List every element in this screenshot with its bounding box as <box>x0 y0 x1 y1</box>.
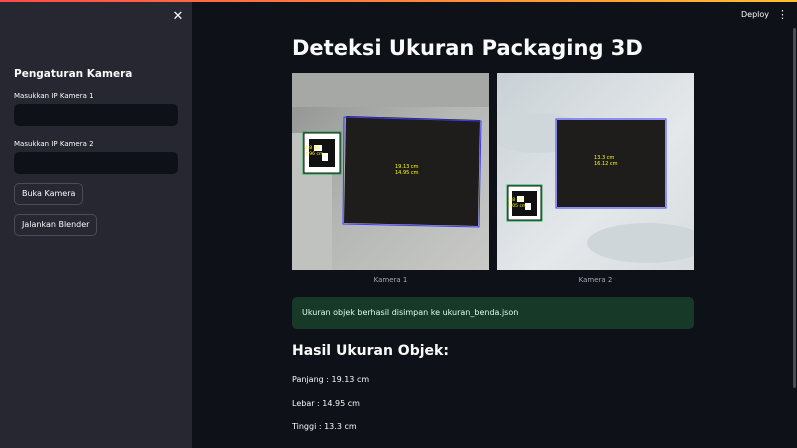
camera2-image: 4.8 cm 5.05 cm 13.3 cm 16.12 cm <box>497 73 694 270</box>
camera1-box-text-2: 14.95 cm <box>395 170 419 176</box>
measurement-width: Lebar : 14.95 cm <box>292 399 360 408</box>
measurement-length: Panjang : 19.13 cm <box>292 375 370 384</box>
camera2-caption: Kamera 2 <box>578 276 613 284</box>
close-icon[interactable]: ✕ <box>172 10 184 23</box>
camera2-marker-text-1: 4.8 cm <box>508 197 523 203</box>
main-area: Deploy ⋮ Deteksi Ukuran Packaging 3D 4.8… <box>192 2 797 448</box>
sidebar: ✕ Pengaturan Kamera Masukkan IP Kamera 1… <box>0 2 192 448</box>
result-title: Hasil Ukuran Objek: <box>292 343 449 359</box>
camera2-marker-text-2: 5.05 cm <box>508 203 526 209</box>
open-camera-button[interactable]: Buka Kamera <box>14 183 84 205</box>
run-blender-button[interactable]: Jalankan Blender <box>14 214 98 236</box>
sidebar-title: Pengaturan Kamera <box>14 68 133 80</box>
success-alert: Ukuran objek berhasil disimpan ke ukuran… <box>292 297 694 329</box>
camera1-marker-text-2: 4.96 cm <box>305 151 323 157</box>
ip1-input[interactable] <box>14 104 178 126</box>
deploy-button[interactable]: Deploy <box>741 10 769 19</box>
ip2-label: Masukkan IP Kamera 2 <box>14 140 94 148</box>
scrollbar[interactable] <box>793 28 796 388</box>
camera2-box-text-2: 16.12 cm <box>594 161 618 167</box>
camera1-marker-text-1: 4.8 cm <box>305 145 320 151</box>
measurement-height: Tinggi : 13.3 cm <box>292 422 357 431</box>
page-title: Deteksi Ukuran Packaging 3D <box>292 36 643 60</box>
ip1-label: Masukkan IP Kamera 1 <box>14 92 94 100</box>
more-vertical-icon[interactable]: ⋮ <box>777 8 788 21</box>
camera1-image: 4.8 cm 4.96 cm 19.13 cm 14.95 cm <box>292 73 489 270</box>
ip2-input[interactable] <box>14 152 178 174</box>
camera1-caption: Kamera 1 <box>373 276 408 284</box>
